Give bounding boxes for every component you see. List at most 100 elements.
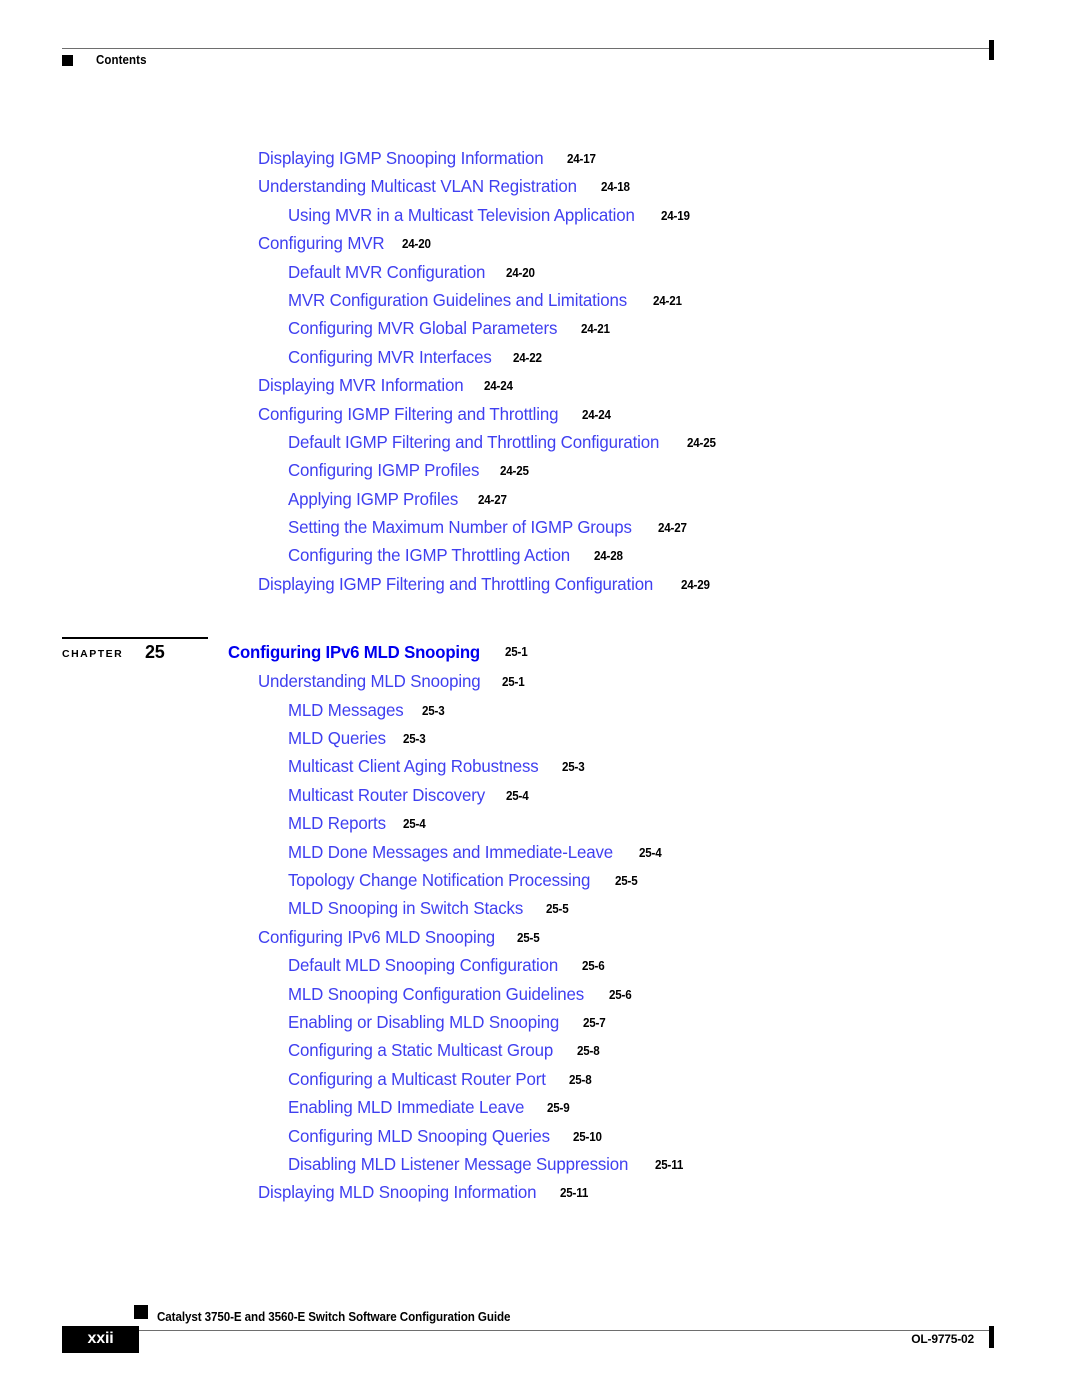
toc-entry-page-number[interactable]: 25-3 xyxy=(403,732,426,746)
toc-entry-title-link[interactable]: Enabling MLD Immediate Leave xyxy=(288,1097,524,1118)
toc-entry[interactable]: Enabling or Disabling MLD Snooping 25-7 xyxy=(0,1012,1080,1040)
toc-entry-page-number[interactable]: 24-19 xyxy=(661,209,690,223)
toc-entry-title-link[interactable]: Configuring a Static Multicast Group xyxy=(288,1040,553,1061)
toc-entry[interactable]: Configuring a Static Multicast Group 25-8 xyxy=(0,1040,1080,1068)
toc-entry-page-number[interactable]: 24-27 xyxy=(478,493,507,507)
toc-entry[interactable]: Displaying MLD Snooping Information 25-11 xyxy=(0,1182,1080,1210)
toc-entry[interactable]: Applying IGMP Profiles 24-27 xyxy=(0,489,1080,517)
toc-entry[interactable]: MLD Snooping in Switch Stacks 25-5 xyxy=(0,898,1080,926)
toc-entry[interactable]: MVR Configuration Guidelines and Limitat… xyxy=(0,290,1080,318)
toc-entry[interactable]: Understanding Multicast VLAN Registratio… xyxy=(0,176,1080,204)
toc-entry[interactable]: Displaying MVR Information 24-24 xyxy=(0,375,1080,403)
toc-entry-title-link[interactable]: Using MVR in a Multicast Television Appl… xyxy=(288,205,635,226)
chapter-title-link[interactable]: Configuring IPv6 MLD Snooping xyxy=(228,642,480,663)
toc-entry-page-number[interactable]: 24-29 xyxy=(681,578,710,592)
toc-entry-page-number[interactable]: 24-20 xyxy=(506,266,535,280)
toc-entry-page-number[interactable]: 24-17 xyxy=(567,152,596,166)
toc-entry-title-link[interactable]: Configuring MVR Interfaces xyxy=(288,347,492,368)
toc-entry[interactable]: Displaying IGMP Snooping Information 24-1… xyxy=(0,148,1080,176)
toc-entry-title-link[interactable]: Multicast Router Discovery xyxy=(288,785,485,806)
toc-entry[interactable]: Default MLD Snooping Configuration 25-6 xyxy=(0,955,1080,983)
toc-entry-title-link[interactable]: Configuring MLD Snooping Queries xyxy=(288,1126,550,1147)
toc-entry-page-number[interactable]: 24-27 xyxy=(658,521,687,535)
toc-entry-page-number[interactable]: 25-3 xyxy=(562,760,585,774)
toc-entry-title-link[interactable]: Configuring IGMP Filtering and Throttlin… xyxy=(258,404,559,425)
toc-entry-title-link[interactable]: Setting the Maximum Number of IGMP Group… xyxy=(288,517,632,538)
toc-entry-title-link[interactable]: MLD Snooping Configuration Guidelines xyxy=(288,984,584,1005)
toc-entry-page-number[interactable]: 24-24 xyxy=(484,379,513,393)
toc-entry-page-number[interactable]: 24-24 xyxy=(582,408,611,422)
toc-entry-page-number[interactable]: 25-4 xyxy=(506,789,529,803)
toc-entry[interactable]: MLD Done Messages and Immediate-Leave 25-… xyxy=(0,842,1080,870)
toc-entry[interactable]: MLD Queries 25-3 xyxy=(0,728,1080,756)
toc-entry-page-number[interactable]: 25-8 xyxy=(577,1044,600,1058)
toc-entry-title-link[interactable]: Default MVR Configuration xyxy=(288,262,485,283)
toc-entry-page-number[interactable]: 25-11 xyxy=(655,1158,683,1172)
toc-entry[interactable]: Setting the Maximum Number of IGMP Group… xyxy=(0,517,1080,545)
toc-entry-title-link[interactable]: Displaying IGMP Snooping Information xyxy=(258,148,544,169)
toc-entry[interactable]: MLD Messages 25-3 xyxy=(0,700,1080,728)
toc-entry[interactable]: Configuring the IGMP Throttling Action 24… xyxy=(0,545,1080,573)
toc-entry-title-link[interactable]: Multicast Client Aging Robustness xyxy=(288,756,539,777)
toc-entry-page-number[interactable]: 24-21 xyxy=(581,322,610,336)
toc-entry[interactable]: Displaying IGMP Filtering and Throttling… xyxy=(0,574,1080,602)
toc-entry-page-number[interactable]: 24-25 xyxy=(500,464,529,478)
toc-entry[interactable]: MLD Snooping Configuration Guidelines 25-… xyxy=(0,984,1080,1012)
toc-entry-page-number[interactable]: 25-5 xyxy=(517,931,540,945)
toc-entry-page-number[interactable]: 24-21 xyxy=(653,294,682,308)
toc-entry-page-number[interactable]: 25-5 xyxy=(546,902,569,916)
toc-entry-title-link[interactable]: Configuring MVR Global Parameters xyxy=(288,318,557,339)
toc-entry[interactable]: Understanding MLD Snooping 25-1 xyxy=(0,671,1080,699)
toc-entry-title-link[interactable]: MLD Messages xyxy=(288,700,404,721)
toc-entry-title-link[interactable]: Understanding Multicast VLAN Registratio… xyxy=(258,176,577,197)
toc-entry-title-link[interactable]: MLD Done Messages and Immediate-Leave xyxy=(288,842,613,863)
toc-entry-page-number[interactable]: 25-1 xyxy=(502,675,525,689)
toc-entry[interactable]: Configuring MLD Snooping Queries 25-10 xyxy=(0,1126,1080,1154)
toc-entry-page-number[interactable]: 24-22 xyxy=(513,351,542,365)
toc-entry[interactable]: Configuring MVR 24-20 xyxy=(0,233,1080,261)
toc-entry-page-number[interactable]: 25-5 xyxy=(615,874,638,888)
toc-entry[interactable]: Configuring IGMP Filtering and Throttlin… xyxy=(0,404,1080,432)
toc-entry-page-number[interactable]: 25-7 xyxy=(583,1016,606,1030)
toc-entry[interactable]: Configuring MVR Interfaces 24-22 xyxy=(0,347,1080,375)
toc-entry-title-link[interactable]: Applying IGMP Profiles xyxy=(288,489,458,510)
toc-entry-title-link[interactable]: Understanding MLD Snooping xyxy=(258,671,481,692)
chapter-title-row[interactable]: Configuring IPv6 MLD Snooping 25-1 xyxy=(228,642,529,663)
toc-entry[interactable]: Multicast Router Discovery 25-4 xyxy=(0,785,1080,813)
toc-entry-title-link[interactable]: Default IGMP Filtering and Throttling Co… xyxy=(288,432,659,453)
toc-entry-page-number[interactable]: 24-28 xyxy=(594,549,623,563)
toc-entry-title-link[interactable]: Displaying MLD Snooping Information xyxy=(258,1182,537,1203)
toc-entry-title-link[interactable]: Displaying IGMP Filtering and Throttling… xyxy=(258,574,653,595)
toc-entry-title-link[interactable]: MVR Configuration Guidelines and Limitat… xyxy=(288,290,627,311)
toc-entry-page-number[interactable]: 24-25 xyxy=(687,436,716,450)
toc-entry-title-link[interactable]: MLD Reports xyxy=(288,813,386,834)
toc-entry-title-link[interactable]: Configuring the IGMP Throttling Action xyxy=(288,545,570,566)
toc-entry-page-number[interactable]: 25-11 xyxy=(560,1186,588,1200)
toc-entry-title-link[interactable]: Configuring a Multicast Router Port xyxy=(288,1069,546,1090)
toc-entry-page-number[interactable]: 24-18 xyxy=(601,180,630,194)
toc-entry-page-number[interactable]: 25-3 xyxy=(422,704,445,718)
toc-entry[interactable]: Multicast Client Aging Robustness 25-3 xyxy=(0,756,1080,784)
toc-entry-page-number[interactable]: 25-10 xyxy=(573,1130,602,1144)
toc-entry-title-link[interactable]: Topology Change Notification Processing xyxy=(288,870,590,891)
toc-entry[interactable]: Disabling MLD Listener Message Suppressi… xyxy=(0,1154,1080,1182)
chapter-title-page-number[interactable]: 25-1 xyxy=(505,645,528,659)
toc-entry-page-number[interactable]: 25-6 xyxy=(609,988,632,1002)
toc-entry[interactable]: Using MVR in a Multicast Television Appl… xyxy=(0,205,1080,233)
toc-entry[interactable]: MLD Reports 25-4 xyxy=(0,813,1080,841)
toc-entry-page-number[interactable]: 25-4 xyxy=(639,846,662,860)
toc-entry[interactable]: Configuring MVR Global Parameters 24-21 xyxy=(0,318,1080,346)
toc-entry-title-link[interactable]: Enabling or Disabling MLD Snooping xyxy=(288,1012,559,1033)
toc-entry-title-link[interactable]: Displaying MVR Information xyxy=(258,375,464,396)
toc-entry-title-link[interactable]: Default MLD Snooping Configuration xyxy=(288,955,558,976)
toc-entry-title-link[interactable]: Configuring IPv6 MLD Snooping xyxy=(258,927,495,948)
toc-entry[interactable]: Default IGMP Filtering and Throttling Co… xyxy=(0,432,1080,460)
toc-entry[interactable]: Configuring IGMP Profiles 24-25 xyxy=(0,460,1080,488)
toc-entry-page-number[interactable]: 25-8 xyxy=(569,1073,592,1087)
toc-entry-title-link[interactable]: MLD Queries xyxy=(288,728,386,749)
toc-entry[interactable]: Topology Change Notification Processing 2… xyxy=(0,870,1080,898)
toc-entry[interactable]: Enabling MLD Immediate Leave 25-9 xyxy=(0,1097,1080,1125)
toc-entry-page-number[interactable]: 25-6 xyxy=(582,959,605,973)
toc-entry-title-link[interactable]: Configuring IGMP Profiles xyxy=(288,460,479,481)
toc-entry-title-link[interactable]: Configuring MVR xyxy=(258,233,385,254)
